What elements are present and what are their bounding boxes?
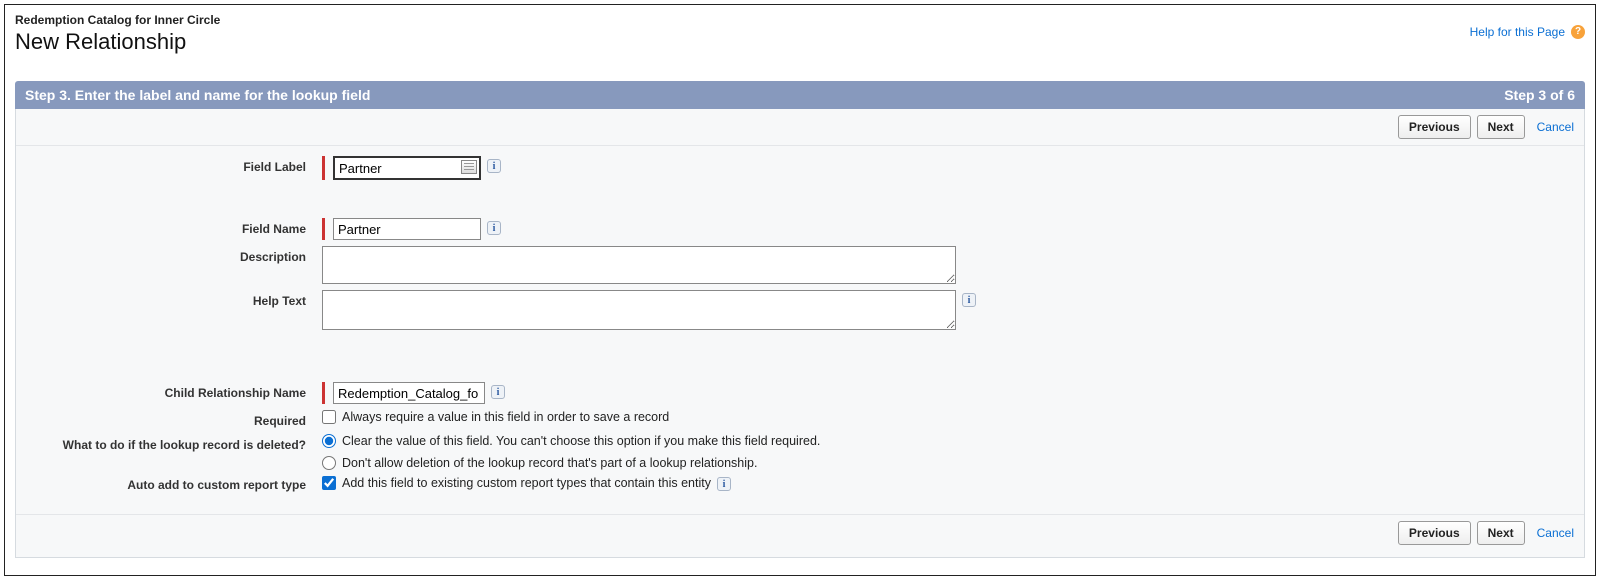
help-text-input[interactable] [322,290,956,330]
info-icon[interactable]: i [487,159,501,173]
next-button[interactable]: Next [1477,115,1525,139]
field-name-label: Field Name [30,218,322,236]
step-title: Step 3. Enter the label and name for the… [25,87,370,103]
autofill-icon [461,160,477,174]
previous-button-bottom[interactable]: Previous [1398,521,1471,545]
previous-button[interactable]: Previous [1398,115,1471,139]
next-button-bottom[interactable]: Next [1477,521,1525,545]
cancel-link-bottom[interactable]: Cancel [1537,526,1574,540]
cancel-link[interactable]: Cancel [1537,120,1574,134]
delete-clear-radio[interactable] [322,434,336,448]
page-title: New Relationship [15,29,220,55]
delete-no-text: Don't allow deletion of the lookup recor… [342,456,757,470]
required-bar [322,382,325,404]
child-rel-label: Child Relationship Name [30,382,322,400]
required-bar [322,218,325,240]
child-relationship-name-input[interactable] [333,382,485,404]
help-link-text: Help for this Page [1470,25,1565,39]
info-icon[interactable]: i [717,477,731,491]
help-text-label: Help Text [30,290,322,308]
auto-add-checkbox[interactable] [322,476,336,490]
info-icon[interactable]: i [491,385,505,399]
page-subtitle: Redemption Catalog for Inner Circle [15,13,220,27]
help-icon: ? [1571,25,1585,39]
description-input[interactable] [322,246,956,284]
field-name-input[interactable] [333,218,481,240]
required-text: Always require a value in this field in … [342,410,669,424]
auto-add-text: Add this field to existing custom report… [342,476,711,490]
delete-action-label: What to do if the lookup record is delet… [30,434,322,452]
required-checkbox[interactable] [322,410,336,424]
field-label-label: Field Label [30,156,322,174]
delete-no-radio[interactable] [322,456,336,470]
description-label: Description [30,246,322,264]
step-progress: Step 3 of 6 [1504,87,1575,103]
delete-clear-text: Clear the value of this field. You can't… [342,434,820,448]
info-icon[interactable]: i [487,221,501,235]
help-for-page-link[interactable]: Help for this Page ? [1470,25,1585,39]
step-header: Step 3. Enter the label and name for the… [15,81,1585,109]
required-bar [322,156,325,180]
required-label: Required [30,410,322,428]
auto-add-label: Auto add to custom report type [30,474,322,492]
info-icon[interactable]: i [962,293,976,307]
field-label-input[interactable] [333,156,481,180]
